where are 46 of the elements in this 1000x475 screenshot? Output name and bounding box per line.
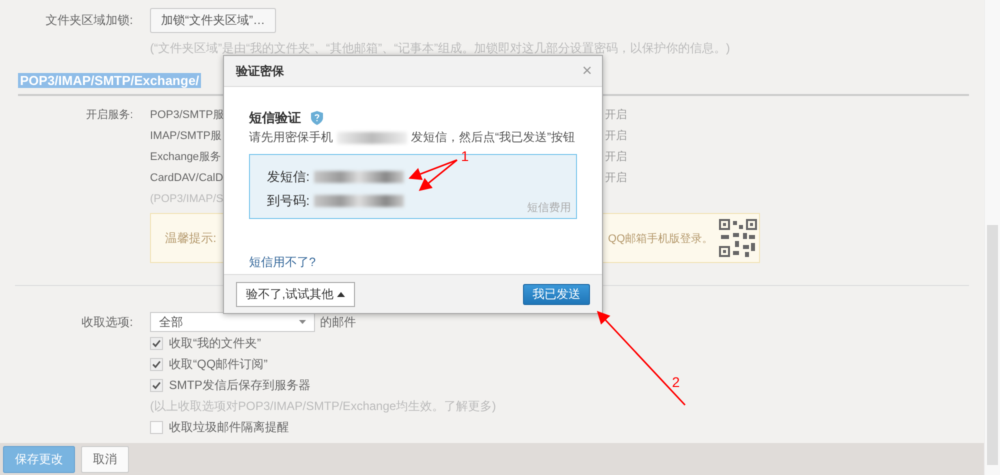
caret-icon <box>337 292 346 296</box>
enable-link[interactable]: 开启 <box>605 170 627 185</box>
checkbox[interactable] <box>150 421 163 434</box>
service-name: CardDAV/CalD <box>150 172 222 184</box>
lock-button[interactable]: 加锁“文件夹区域”… <box>150 8 276 33</box>
checkbox[interactable] <box>150 379 163 392</box>
field-label: 文件夹区域加锁: <box>44 12 134 29</box>
confirm-button[interactable]: 我已发送 <box>523 284 590 304</box>
instruction-text: 请先用密保手机 <box>249 129 333 146</box>
enable-link[interactable]: 开启 <box>605 128 627 143</box>
field-label: 到号码: <box>267 192 310 210</box>
caret-icon <box>299 320 306 324</box>
checkbox-label: 收取“我的文件夹” <box>169 335 261 352</box>
other-methods-button[interactable]: 验不了,试试其他 <box>236 282 356 306</box>
fee-link[interactable]: 短信费用 <box>527 200 571 215</box>
instruction-text: 发短信，然后点“我已发送”按钮 <box>411 129 575 146</box>
tip-title: 温馨提示: <box>165 230 218 246</box>
checkbox[interactable] <box>150 358 163 371</box>
close-button[interactable]: × <box>582 61 592 81</box>
checkbox-label: 收取“QQ邮件订阅” <box>169 356 268 373</box>
cancel-button[interactable]: 取消 <box>81 446 129 472</box>
redaction-blur <box>337 132 407 144</box>
tip-text: QQ邮箱手机版登录。 <box>608 232 714 246</box>
service-name: Exchange服务 <box>150 150 222 164</box>
help-link[interactable]: 短信用不了? <box>249 254 316 271</box>
mail-range-select[interactable]: 全部 <box>150 312 315 332</box>
field-label: 开启服务: <box>86 109 133 121</box>
section-heading: POP3/IMAP/SMTP/Exchange/ <box>18 73 202 88</box>
annotation-number: 1 <box>461 148 469 164</box>
service-name: IMAP/SMTP服 <box>150 129 222 143</box>
enable-link[interactable]: 开启 <box>605 107 627 122</box>
field-label: 发短信: <box>267 168 310 186</box>
checkbox-label: 收取垃圾邮件隔离提醒 <box>169 419 289 436</box>
dialog-title: 验证密保 <box>236 62 284 80</box>
annotation-number: 2 <box>672 374 680 390</box>
shield-icon <box>311 111 323 125</box>
dialog-heading: 短信验证 <box>249 109 301 127</box>
enable-link[interactable]: 开启 <box>605 149 627 164</box>
checkbox-label: SMTP发信后保存到服务器 <box>169 377 310 394</box>
qr-code-icon <box>719 219 758 257</box>
save-button[interactable]: 保存更改 <box>3 446 75 472</box>
select-suffix: 的邮件 <box>320 314 356 330</box>
field-label: 收取选项: <box>80 314 134 330</box>
checkbox[interactable] <box>150 337 163 350</box>
scrollbar[interactable] <box>984 0 1000 475</box>
service-name: POP3/SMTP服 <box>150 108 222 122</box>
